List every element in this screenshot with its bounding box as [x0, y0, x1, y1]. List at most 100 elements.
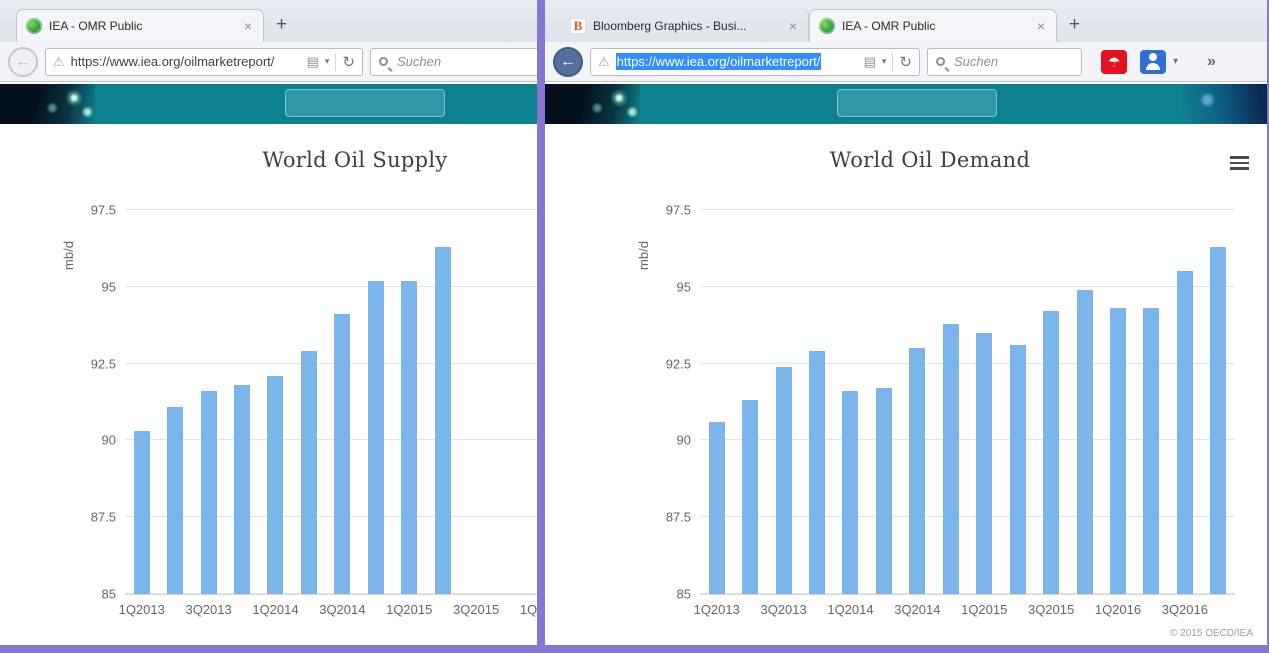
bar-4Q2016[interactable] [1210, 247, 1226, 594]
bar-4Q2014[interactable] [368, 281, 384, 594]
y-axis-tick-label: 95 [102, 279, 116, 294]
bar-4Q2015[interactable] [1077, 290, 1093, 594]
bar-4Q2014[interactable] [943, 324, 959, 594]
bar-2Q2013[interactable] [742, 400, 758, 594]
gridline [125, 209, 537, 210]
url-bar[interactable]: ⚠ https://www.iea.org/oilmarketreport/ ▤… [45, 48, 363, 76]
reader-mode-icon[interactable]: ▤ [864, 54, 876, 70]
bar-1Q2015[interactable] [976, 333, 992, 594]
bar-1Q2013[interactable] [709, 422, 725, 594]
avira-addon-icon[interactable]: ☂ [1101, 50, 1127, 74]
bar-2Q2015[interactable] [435, 247, 451, 594]
bar-3Q2014[interactable] [334, 314, 350, 594]
bar-3Q2016[interactable] [1177, 271, 1193, 594]
site-security-warning-icon[interactable]: ⚠ [53, 54, 65, 70]
chart-credits: © 2015 OECD/IEA [1170, 628, 1253, 639]
gridline [125, 286, 537, 287]
x-axis-tick-label: 3Q2013 [185, 602, 231, 617]
navigation-toolbar: ← ⚠ https://www.iea.org/oilmarketreport/… [545, 42, 1267, 82]
x-axis-tick-label: 1Q2016 [520, 602, 537, 617]
y-axis-tick-label: 92.5 [91, 356, 116, 371]
tab-title: IEA - OMR Public [49, 19, 235, 33]
divider [335, 53, 336, 71]
close-tab-icon[interactable]: × [787, 17, 799, 35]
y-axis-tick-label: 85 [677, 587, 691, 602]
bar-1Q2016[interactable] [1110, 308, 1126, 594]
bar-1Q2014[interactable] [842, 391, 858, 594]
gridline [125, 363, 537, 364]
header-banner-button[interactable] [837, 89, 997, 117]
x-axis-tick-label: 3Q2015 [453, 602, 499, 617]
close-tab-icon[interactable]: × [242, 17, 254, 35]
header-photo [0, 84, 95, 124]
url-dropdown-icon[interactable]: ▾ [882, 56, 887, 67]
reader-mode-icon[interactable]: ▤ [307, 54, 319, 70]
bar-3Q2014[interactable] [909, 348, 925, 594]
bar-2Q2015[interactable] [1010, 345, 1026, 594]
reload-icon[interactable]: ↻ [899, 53, 912, 71]
chart-context-menu-icon[interactable] [1230, 156, 1249, 173]
url-bar[interactable]: ⚠ https://www.iea.org/oilmarketreport/ ▤… [590, 48, 920, 76]
chart-title: World Oil Supply [30, 148, 537, 172]
bar-2Q2014[interactable] [301, 351, 317, 594]
search-icon [936, 57, 945, 66]
y-axis-tick-label: 85 [102, 587, 116, 602]
browser-window-right: B Bloomberg Graphics - Busi... × IEA - O… [545, 0, 1267, 645]
close-tab-icon[interactable]: × [1035, 17, 1047, 35]
x-axis-tick-label: 3Q2016 [1162, 602, 1208, 617]
url-dropdown-icon[interactable]: ▾ [325, 56, 330, 67]
toolbar-overflow-icon[interactable]: » [1207, 53, 1216, 71]
y-axis-tick-label: 92.5 [666, 356, 691, 371]
search-bar[interactable] [927, 48, 1082, 76]
tab-iea-omr[interactable]: IEA - OMR Public × [16, 9, 264, 42]
new-tab-button[interactable]: + [276, 15, 287, 34]
y-axis-tick-label: 87.5 [666, 510, 691, 525]
bloomberg-favicon: B [570, 18, 586, 34]
bar-3Q2013[interactable] [201, 391, 217, 594]
search-bar[interactable] [370, 48, 537, 76]
url-text-selected[interactable]: https://www.iea.org/oilmarketreport/ [616, 53, 822, 70]
search-input[interactable] [952, 53, 1073, 70]
x-axis-tick-label: 1Q2014 [827, 602, 873, 617]
header-banner-button[interactable] [285, 89, 445, 117]
bar-2Q2014[interactable] [876, 388, 892, 594]
y-axis-tick-label: 97.5 [91, 203, 116, 218]
url-text[interactable]: https://www.iea.org/oilmarketreport/ [71, 54, 301, 69]
gridline [700, 286, 1235, 287]
site-security-warning-icon[interactable]: ⚠ [598, 54, 610, 70]
bar-3Q2015[interactable] [1043, 311, 1059, 594]
y-axis-tick-label: 95 [677, 279, 691, 294]
bar-4Q2013[interactable] [234, 385, 250, 594]
bar-1Q2014[interactable] [267, 376, 283, 594]
site-header-banner [545, 84, 1267, 124]
bar-4Q2013[interactable] [809, 351, 825, 594]
plot-area: 8587.59092.59597.51Q20133Q20131Q20143Q20… [125, 210, 537, 595]
x-axis-tick-label: 3Q2014 [319, 602, 365, 617]
site-header-banner [0, 84, 537, 124]
addon-dropdown-icon[interactable]: ▾ [1173, 56, 1178, 67]
chart-title: World Oil Demand [605, 148, 1255, 172]
x-axis-tick-label: 1Q2013 [119, 602, 165, 617]
webpage-content: World Oil Demand mb/d 8587.59092.59597.5… [545, 82, 1267, 645]
account-addon-icon[interactable] [1140, 50, 1166, 74]
bar-1Q2013[interactable] [134, 431, 150, 594]
gridline [125, 516, 537, 517]
bar-2Q2016[interactable] [1143, 308, 1159, 594]
search-input[interactable] [395, 53, 537, 70]
browser-window-left: IEA - OMR Public × + ← ⚠ https://www.iea… [0, 0, 537, 645]
header-photo-right [1182, 84, 1267, 124]
x-axis-tick-label: 3Q2014 [894, 602, 940, 617]
bar-1Q2015[interactable] [401, 281, 417, 594]
new-tab-button[interactable]: + [1069, 15, 1080, 34]
reload-icon[interactable]: ↻ [342, 53, 355, 71]
bar-3Q2013[interactable] [776, 367, 792, 594]
back-button[interactable]: ← [8, 47, 38, 77]
back-button[interactable]: ← [553, 47, 583, 77]
y-axis-label: mb/d [61, 241, 76, 270]
tab-bloomberg[interactable]: B Bloomberg Graphics - Busi... × [561, 9, 809, 42]
y-axis-tick-label: 97.5 [666, 203, 691, 218]
iea-favicon [819, 18, 835, 34]
divider [892, 53, 893, 71]
tab-iea-omr[interactable]: IEA - OMR Public × [809, 9, 1057, 42]
bar-2Q2013[interactable] [167, 407, 183, 594]
